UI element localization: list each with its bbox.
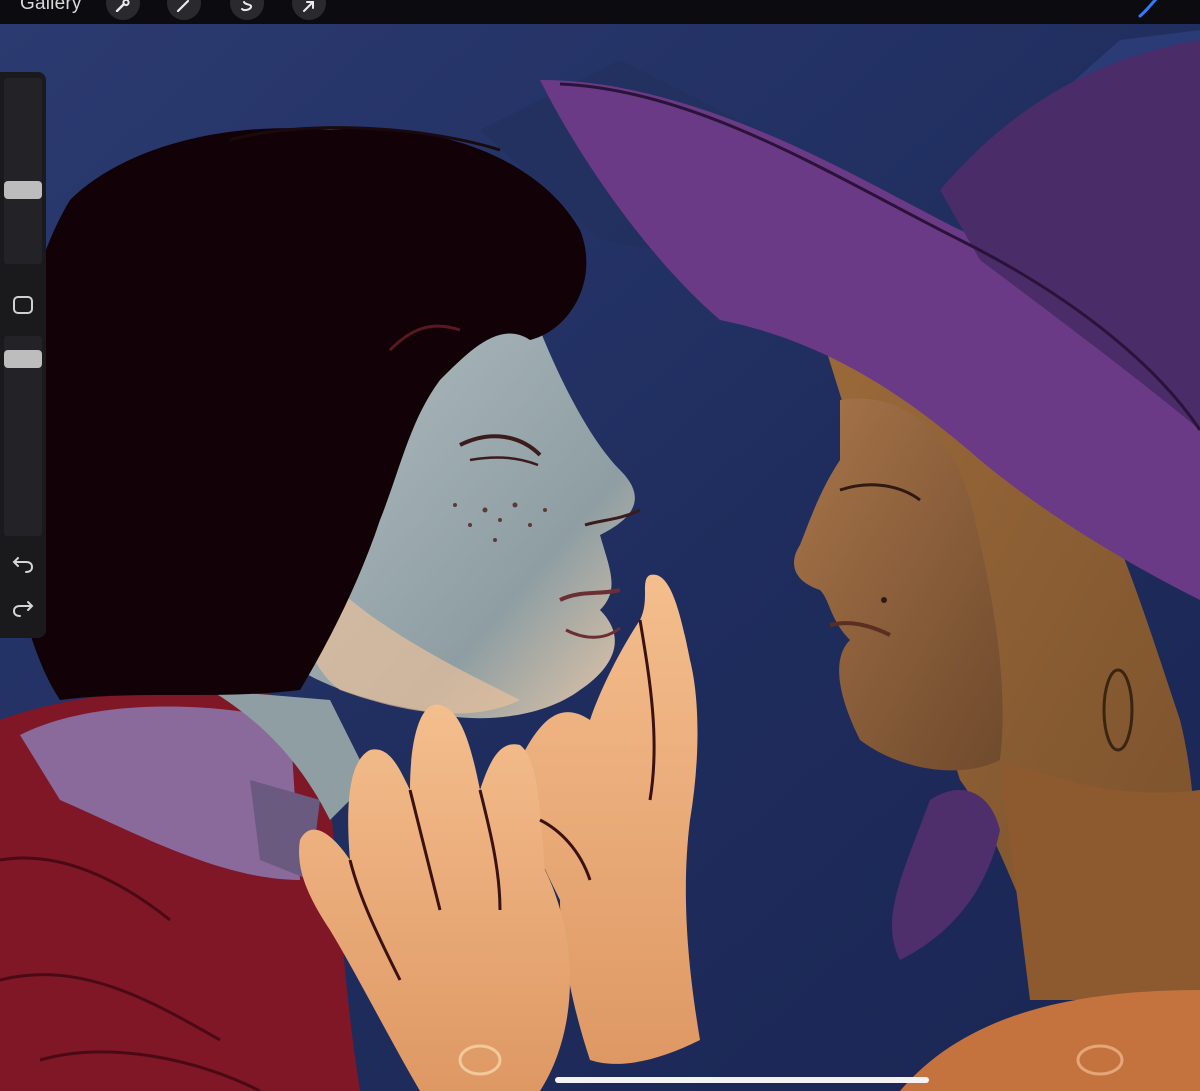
top-toolbar: Gallery [0, 0, 1200, 24]
redo-button[interactable] [12, 596, 34, 618]
selection-button[interactable] [230, 0, 264, 20]
selection-icon [241, 1, 253, 12]
magic-wand-button[interactable] [167, 0, 201, 20]
brush-button[interactable] [1136, 0, 1160, 20]
procreate-app: Gallery [0, 0, 1200, 1091]
wrench-icon [115, 0, 130, 12]
brush-icon [1138, 0, 1158, 18]
transform-button[interactable] [292, 0, 326, 20]
magic-wand-icon [176, 0, 190, 12]
modify-button[interactable] [13, 296, 33, 314]
left-sidebar [0, 72, 46, 638]
brush-size-slider[interactable] [4, 78, 42, 264]
brush-size-handle[interactable] [4, 181, 42, 199]
gallery-button[interactable]: Gallery [20, 0, 82, 15]
drawing-canvas[interactable] [0, 24, 1200, 1091]
wrench-button[interactable] [106, 0, 140, 20]
home-indicator[interactable] [555, 1077, 929, 1083]
undo-button[interactable] [12, 552, 34, 574]
opacity-handle[interactable] [4, 350, 42, 368]
transform-arrow-icon [303, 1, 314, 12]
